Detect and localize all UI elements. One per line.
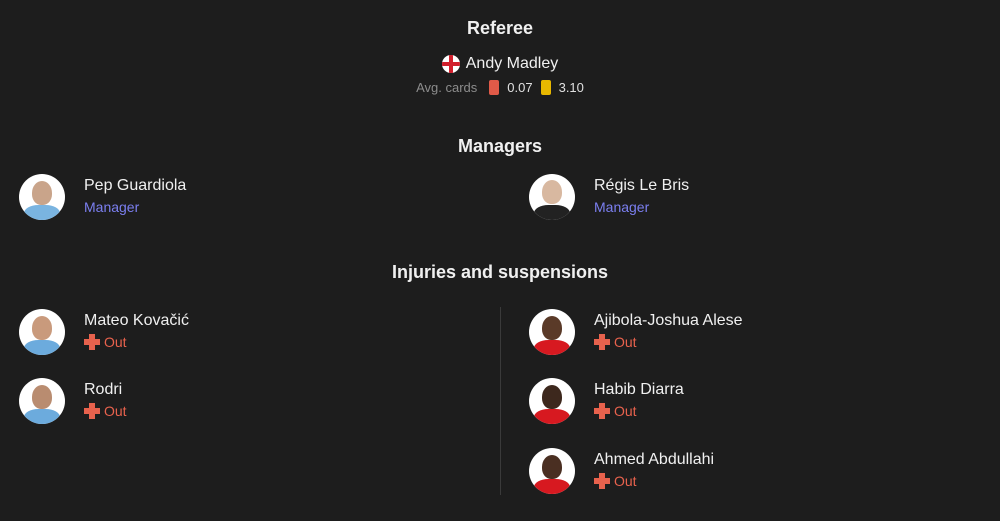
injury-icon: [594, 473, 610, 489]
player-avatar: [19, 378, 65, 424]
yellow-card-icon: [540, 80, 551, 95]
home-manager[interactable]: Pep Guardiola Manager: [19, 174, 186, 220]
match-lineup-info-panel: Referee Andy Madley Avg. cards 0.07 3.10…: [0, 0, 1000, 521]
injuries-section-title: Injuries and suspensions: [391, 262, 609, 282]
player-name: Ajibola-Joshua Alese: [594, 312, 743, 329]
injury-icon: [84, 403, 100, 419]
referee-name[interactable]: Andy Madley: [466, 55, 559, 73]
manager-avatar: [19, 174, 65, 220]
avg-cards-label: Avg. cards: [416, 80, 478, 95]
player-avatar: [529, 448, 575, 494]
managers-section-title: Managers: [457, 136, 543, 156]
player-avatar: [529, 309, 575, 355]
injured-player[interactable]: Rodri Out: [19, 378, 127, 424]
injured-player[interactable]: Habib Diarra Out: [529, 378, 684, 424]
injury-icon: [84, 334, 100, 350]
injured-player[interactable]: Ajibola-Joshua Alese Out: [529, 309, 743, 355]
referee-section-title: Referee: [466, 18, 534, 38]
player-avatar: [529, 378, 575, 424]
injury-icon: [594, 403, 610, 419]
column-divider: [500, 307, 501, 495]
player-name: Ahmed Abdullahi: [594, 451, 715, 468]
yellow-cards-avg-value: 3.10: [558, 80, 584, 95]
red-card-icon: [489, 80, 500, 95]
manager-avatar: [529, 174, 575, 220]
manager-role: Manager: [84, 199, 140, 215]
player-name: Habib Diarra: [594, 381, 684, 398]
referee-avg-cards: Avg. cards 0.07 3.10: [0, 80, 1000, 95]
player-status: Out: [594, 400, 684, 422]
player-status: Out: [594, 331, 743, 353]
injured-player[interactable]: Ahmed Abdullahi Out: [529, 448, 714, 494]
england-flag-icon: [441, 55, 460, 73]
player-name: Mateo Kovačić: [84, 312, 189, 329]
manager-role: Manager: [594, 199, 650, 215]
injury-icon: [594, 334, 610, 350]
player-status: Out: [84, 400, 127, 422]
manager-name: Pep Guardiola: [84, 177, 187, 194]
referee-name-row: Andy Madley: [0, 55, 1000, 73]
player-status: Out: [594, 470, 714, 492]
player-name: Rodri: [84, 381, 123, 398]
player-avatar: [19, 309, 65, 355]
player-status: Out: [84, 331, 189, 353]
away-manager[interactable]: Régis Le Bris Manager: [529, 174, 689, 220]
red-cards-avg-value: 0.07: [507, 80, 533, 95]
injured-player[interactable]: Mateo Kovačić Out: [19, 309, 189, 355]
manager-name: Régis Le Bris: [594, 177, 690, 194]
